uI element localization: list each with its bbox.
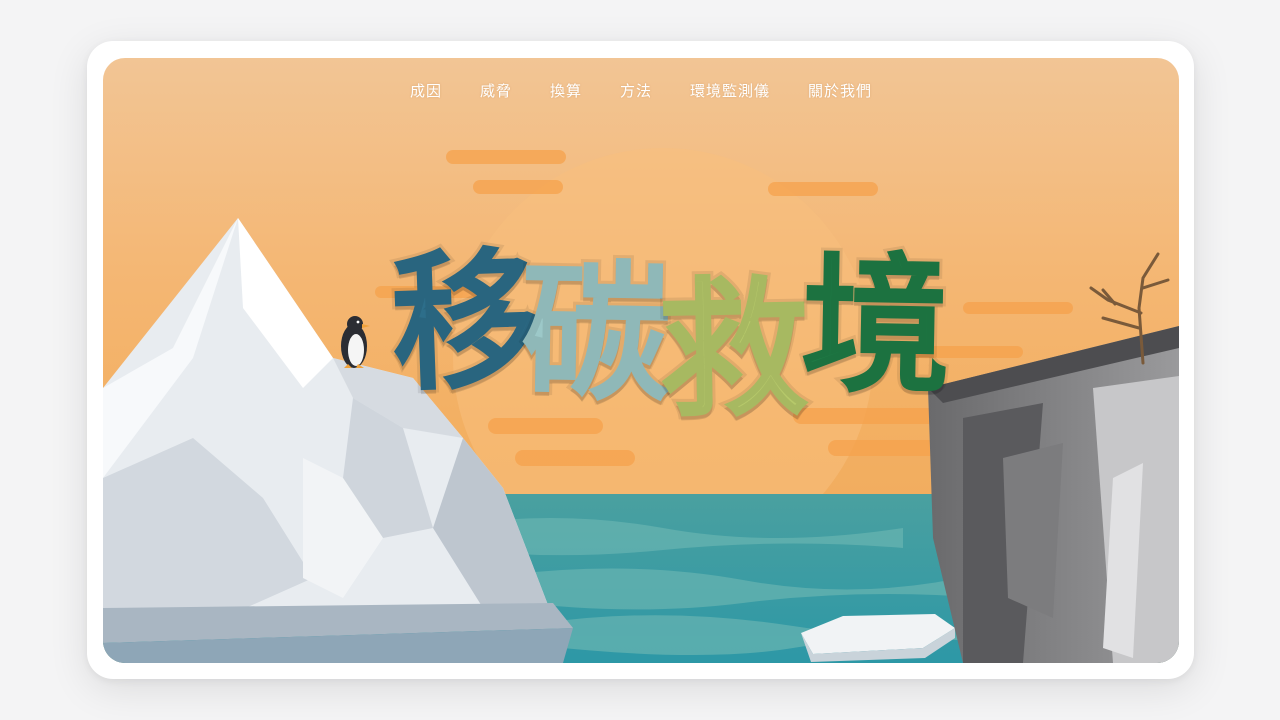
hero-illustration [103,148,1179,663]
penguin [341,316,370,368]
nav-item-methods[interactable]: 方法 [620,80,652,101]
nav-item-threats[interactable]: 威脅 [480,80,512,101]
device-frame: 移 碳 救 境 成因 威脅 換算 方法 環境監測儀 關於我們 [87,41,1194,679]
rock-cliff [928,326,1179,663]
top-navigation: 成因 威脅 換算 方法 環境監測儀 關於我們 [103,80,1179,101]
nav-item-about-us[interactable]: 關於我們 [808,80,872,101]
nav-item-environment-monitor[interactable]: 環境監測儀 [690,80,770,101]
website-viewport: 移 碳 救 境 成因 威脅 換算 方法 環境監測儀 關於我們 [103,58,1179,663]
nav-item-conversion[interactable]: 換算 [550,80,582,101]
nav-item-causes[interactable]: 成因 [410,80,442,101]
